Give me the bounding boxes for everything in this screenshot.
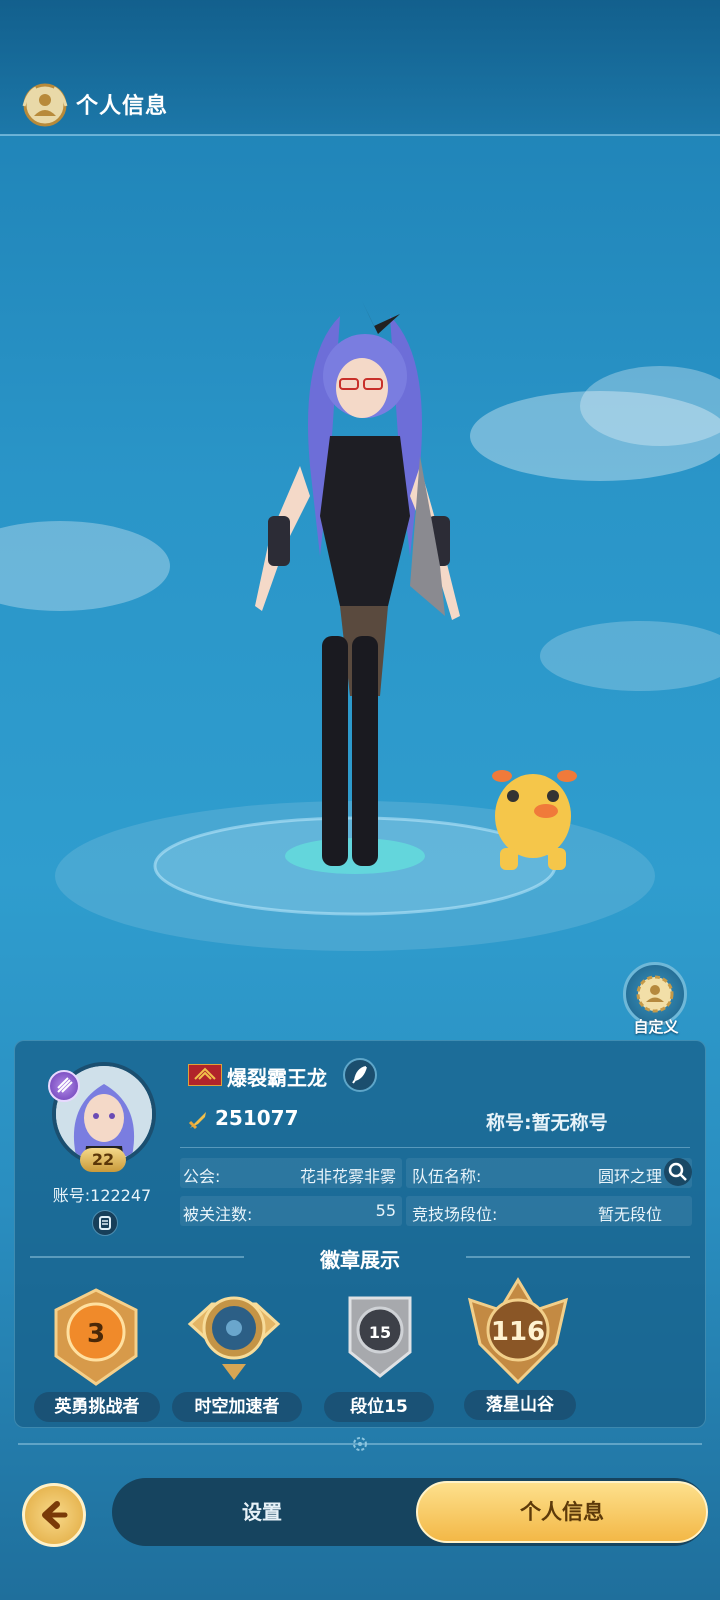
- search-icon: [668, 1162, 687, 1181]
- back-button[interactable]: [22, 1483, 86, 1547]
- copy-account-button[interactable]: [92, 1210, 118, 1236]
- guild-label: 公会:: [183, 1167, 221, 1186]
- player-character: [255, 301, 460, 866]
- followers-value: 55: [375, 1201, 396, 1220]
- arena-label: 竞技场段位:: [412, 1205, 498, 1224]
- badge-label: 落星山谷: [464, 1390, 576, 1420]
- badge-section-title: 徽章展示: [320, 1248, 400, 1272]
- badge-rank-15[interactable]: 15: [328, 1284, 432, 1392]
- followers-label: 被关注数:: [183, 1205, 253, 1224]
- pet-companion: [492, 770, 577, 870]
- account-id: 账号:122247: [52, 1186, 152, 1205]
- copy-icon: [99, 1216, 111, 1230]
- level-badge: 22: [80, 1148, 126, 1172]
- badge-valiant-challenger[interactable]: 3: [44, 1284, 148, 1392]
- badge-label: 英勇挑战者: [34, 1392, 160, 1422]
- team-label: 队伍名称:: [412, 1167, 482, 1186]
- badge-number: 3: [87, 1319, 105, 1349]
- guild-flag-icon: [188, 1064, 222, 1086]
- info-divider: [180, 1147, 690, 1148]
- profile-emblem-icon: [20, 80, 70, 130]
- sword-power-icon: [186, 1108, 210, 1132]
- gear-icon: [350, 1434, 370, 1454]
- page-title: 个人信息: [76, 94, 169, 119]
- tab-settings[interactable]: 设置: [112, 1478, 412, 1546]
- team-search-button[interactable]: [664, 1158, 692, 1186]
- arena-value: 暂无段位: [597, 1205, 662, 1224]
- badge-time-accelerator[interactable]: [182, 1284, 286, 1392]
- feather-icon: [352, 1066, 367, 1084]
- customize-label: 自定义: [633, 1018, 679, 1036]
- tab-profile[interactable]: 个人信息: [416, 1481, 708, 1543]
- person-gear-icon: [636, 975, 674, 1013]
- back-arrow-icon: [42, 1501, 68, 1529]
- badge-label: 时空加速者: [172, 1392, 302, 1422]
- player-title: 称号:暂无称号: [486, 1112, 608, 1134]
- guild-value: 花非花雾非雾: [299, 1167, 396, 1186]
- badge-number: 116: [491, 1317, 545, 1347]
- edit-name-button[interactable]: [343, 1058, 377, 1092]
- combat-power: 251077: [215, 1106, 299, 1130]
- badge-label: 段位15: [324, 1392, 434, 1422]
- player-name: 爆裂霸王龙: [227, 1066, 327, 1090]
- team-value: 圆环之理: [597, 1167, 662, 1186]
- class-emblem-icon: [48, 1070, 80, 1102]
- badge-number: 15: [369, 1323, 391, 1342]
- character-scene: [0, 136, 720, 1036]
- badge-fallen-star-valley[interactable]: 116: [460, 1274, 576, 1392]
